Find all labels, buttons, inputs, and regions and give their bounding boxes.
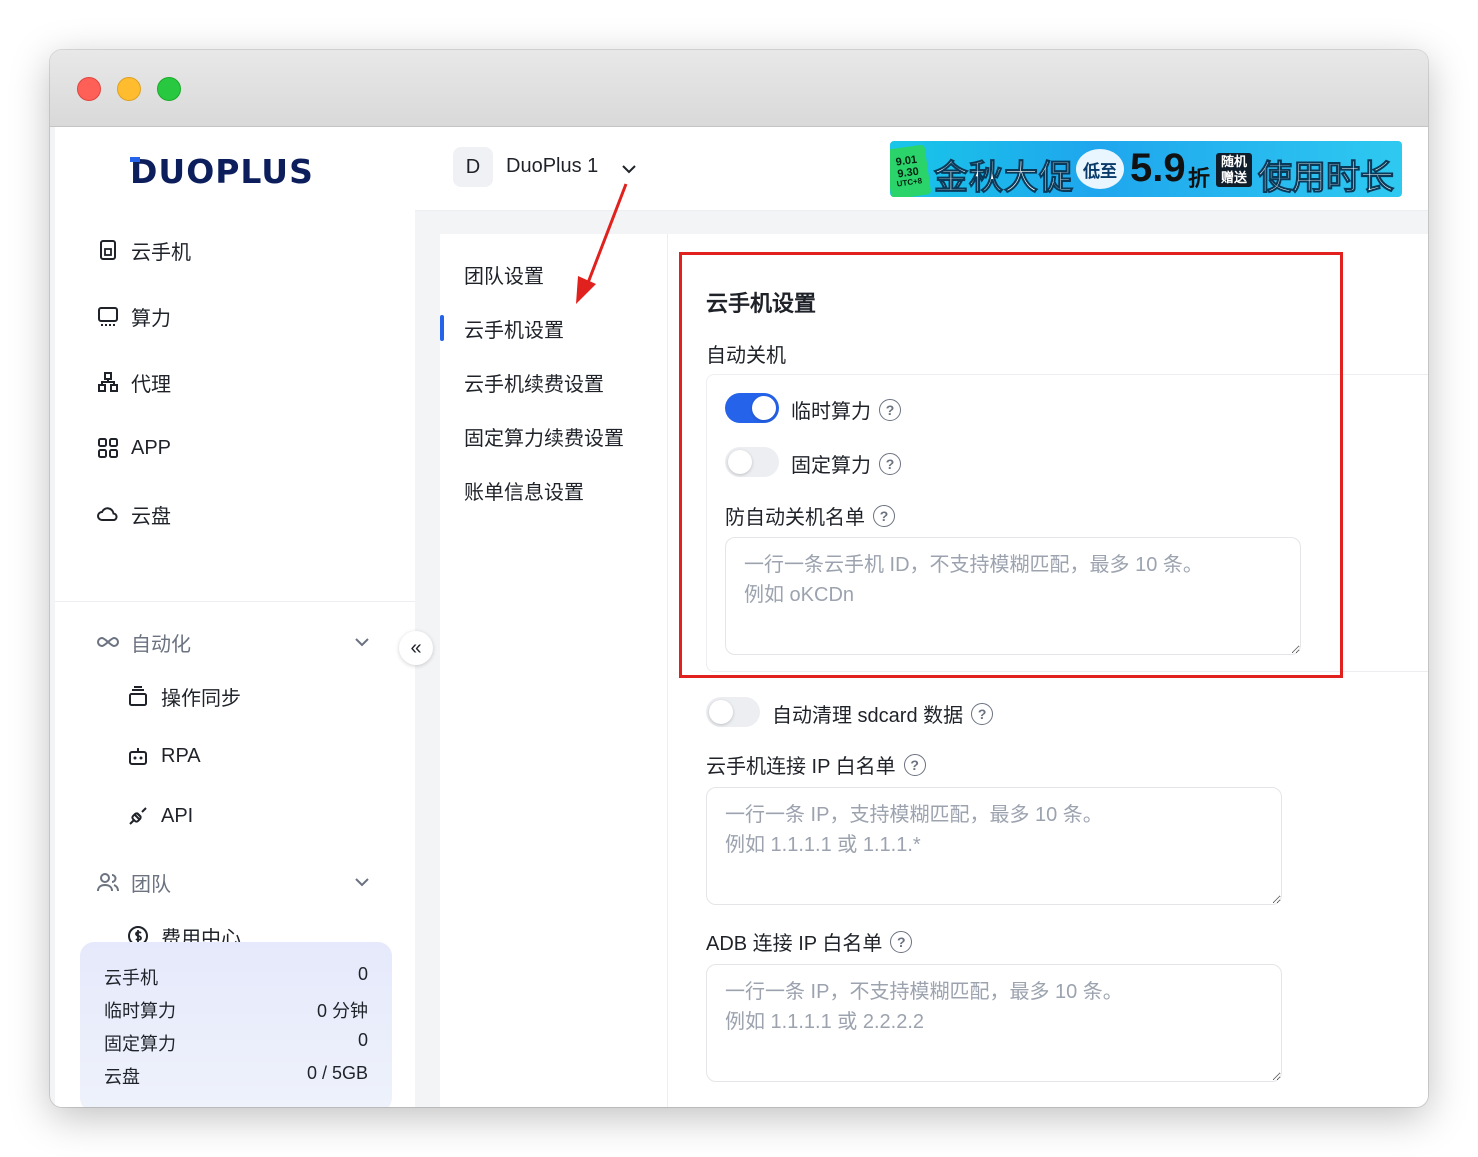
promo-tail: 使用时长 — [1258, 159, 1395, 198]
infinity-icon — [95, 629, 121, 655]
sidebar-item-label: 云盘 — [131, 505, 171, 528]
fixed-compute-label: 固定算力 ? — [791, 449, 901, 478]
stat-value: 0 分钟 — [316, 1001, 368, 1021]
settings-subnav: 团队设置 云手机设置 云手机续费设置 固定算力续费设置 账单信息设置 — [440, 234, 668, 1107]
promo-date-tag: 9.01 9.30 UTC+8 — [890, 144, 932, 197]
active-indicator — [440, 315, 444, 341]
auto-clean-sdcard-toggle[interactable] — [706, 697, 760, 727]
sidebar-item-label: 代理 — [131, 373, 171, 396]
sidebar-group-label: 团队 — [131, 873, 171, 896]
stat-row: 云盘 0 / 5GB — [104, 1063, 368, 1096]
team-avatar[interactable]: D — [453, 147, 493, 187]
chevron-down-icon[interactable] — [353, 633, 371, 651]
sidebar-item-rpa[interactable]: RPA — [125, 736, 201, 776]
sidebar-item-api[interactable]: API — [125, 796, 193, 836]
stat-row: 临时算力 0 分钟 — [104, 997, 368, 1030]
sidebar-group-team[interactable]: 团队 — [95, 862, 171, 902]
duoplus-logo[interactable]: DUOPLUS — [130, 152, 345, 190]
sidebar-group-automation[interactable]: 自动化 — [95, 622, 191, 662]
double-chevron-left-icon: « — [410, 636, 422, 659]
help-icon[interactable]: ? — [890, 930, 913, 953]
network-icon — [95, 369, 121, 395]
promo-badge: 低至 — [1076, 149, 1124, 189]
sidebar-item-label: APP — [131, 436, 172, 459]
top-bar: D DuoPlus 1 9.01 9.30 UTC+8 金秋大促 低至 5.9 … — [415, 127, 1428, 211]
promo-price: 5.9 — [1130, 146, 1186, 190]
stat-row: 云手机 0 — [104, 964, 368, 997]
robot-icon — [125, 743, 151, 769]
help-icon[interactable]: ? — [879, 452, 901, 475]
promo-banner[interactable]: 9.01 9.30 UTC+8 金秋大促 低至 5.9 折 随机赠送 使用时长 — [890, 141, 1402, 197]
sidebar-item-label: API — [161, 804, 194, 827]
subnav-team-settings[interactable]: 团队设置 — [464, 260, 544, 289]
auto-clean-sdcard-label: 自动清理 sdcard 数据 ? — [772, 699, 994, 728]
subnav-renewal-settings[interactable]: 云手机续费设置 — [464, 368, 604, 397]
stat-label: 固定算力 — [104, 1034, 176, 1054]
sidebar-item-label: 算力 — [131, 307, 171, 330]
cloud-icon — [95, 501, 121, 527]
sidebar-item-cloud-disk[interactable]: 云盘 — [95, 494, 171, 534]
sidebar-item-compute[interactable]: 算力 — [95, 296, 171, 336]
phone-ip-whitelist-input[interactable] — [706, 787, 1282, 905]
help-icon[interactable]: ? — [971, 702, 994, 725]
sidebar: DUOPLUS 云手机 算力 代理 APP 云盘 自动化 操作同步 RPA AP… — [55, 127, 415, 1107]
plug-icon — [125, 803, 151, 829]
help-icon[interactable]: ? — [879, 398, 901, 421]
stat-label: 云手机 — [104, 968, 158, 988]
shutdown-whitelist-label: 防自动关机名单 ? — [725, 501, 895, 530]
chevron-down-icon[interactable] — [353, 873, 371, 891]
stat-row: 固定算力 0 — [104, 1030, 368, 1063]
temp-compute-label: 临时算力 ? — [791, 395, 901, 424]
subnav-fixed-compute-renewal[interactable]: 固定算力续费设置 — [464, 422, 624, 451]
monitor-icon — [95, 303, 121, 329]
promo-headline: 金秋大促 — [934, 159, 1074, 198]
svg-text:DUOPLUS: DUOPLUS — [130, 152, 314, 190]
promo-gift-tag: 随机赠送 — [1216, 153, 1252, 187]
auto-shutdown-group: 临时算力 ? 固定算力 ? 防自动关机名单 ? — [706, 374, 1428, 672]
window-titlebar — [50, 50, 1428, 127]
minimize-window-button[interactable] — [117, 77, 141, 101]
sidebar-item-label: RPA — [161, 744, 201, 767]
settings-content: 团队设置 云手机设置 云手机续费设置 固定算力续费设置 账单信息设置 云手机设置… — [440, 234, 1428, 1107]
auto-shutdown-label: 自动关机 — [706, 345, 786, 367]
stat-label: 临时算力 — [104, 1001, 176, 1021]
help-icon[interactable]: ? — [873, 504, 895, 527]
phone-icon — [95, 237, 121, 263]
stat-value: 0 — [357, 964, 368, 984]
sidebar-item-app[interactable]: APP — [95, 428, 171, 468]
adb-ip-whitelist-label: ADB 连接 IP 白名单 ? — [706, 927, 913, 956]
stat-value: 0 / 5GB — [306, 1063, 368, 1083]
help-icon[interactable]: ? — [903, 753, 926, 776]
team-switcher[interactable]: DuoPlus 1 — [506, 155, 598, 178]
close-window-button[interactable] — [77, 77, 101, 101]
adb-ip-whitelist-input[interactable] — [706, 964, 1282, 1082]
collapse-sidebar-button[interactable]: « — [399, 631, 433, 665]
maximize-window-button[interactable] — [157, 77, 181, 101]
app-window: DUOPLUS 云手机 算力 代理 APP 云盘 自动化 操作同步 RPA AP… — [50, 50, 1428, 1107]
shutdown-whitelist-input[interactable] — [725, 537, 1301, 655]
sidebar-item-cloud-phone[interactable]: 云手机 — [95, 230, 191, 270]
chevron-down-icon[interactable] — [620, 160, 638, 178]
subnav-billing-info[interactable]: 账单信息设置 — [464, 476, 584, 505]
sidebar-item-proxy[interactable]: 代理 — [95, 362, 171, 402]
sync-stack-icon — [125, 683, 151, 709]
apps-grid-icon — [95, 435, 121, 461]
promo-discount-unit: 折 — [1188, 166, 1211, 191]
temp-compute-toggle[interactable] — [725, 393, 779, 423]
phone-ip-whitelist-label: 云手机连接 IP 白名单 ? — [706, 750, 926, 779]
subnav-cloud-phone-settings[interactable]: 云手机设置 — [464, 314, 564, 343]
fixed-compute-toggle[interactable] — [725, 447, 779, 477]
stat-value: 0 — [357, 1030, 368, 1050]
users-icon — [95, 869, 121, 895]
sidebar-item-sync[interactable]: 操作同步 — [125, 676, 241, 716]
usage-stats-card: 云手机 0 临时算力 0 分钟 固定算力 0 云盘 0 / 5GB — [80, 942, 392, 1107]
page-title: 云手机设置 — [706, 291, 817, 316]
sidebar-item-label: 操作同步 — [161, 687, 241, 710]
sidebar-divider — [55, 601, 415, 602]
sidebar-item-label: 云手机 — [131, 241, 191, 264]
sidebar-group-label: 自动化 — [131, 633, 191, 656]
stat-label: 云盘 — [104, 1067, 140, 1087]
settings-panel: 云手机设置 自动关机 临时算力 ? 固定算力 ? 防自动关机名单 ? 一行一条云… — [668, 234, 1428, 1107]
